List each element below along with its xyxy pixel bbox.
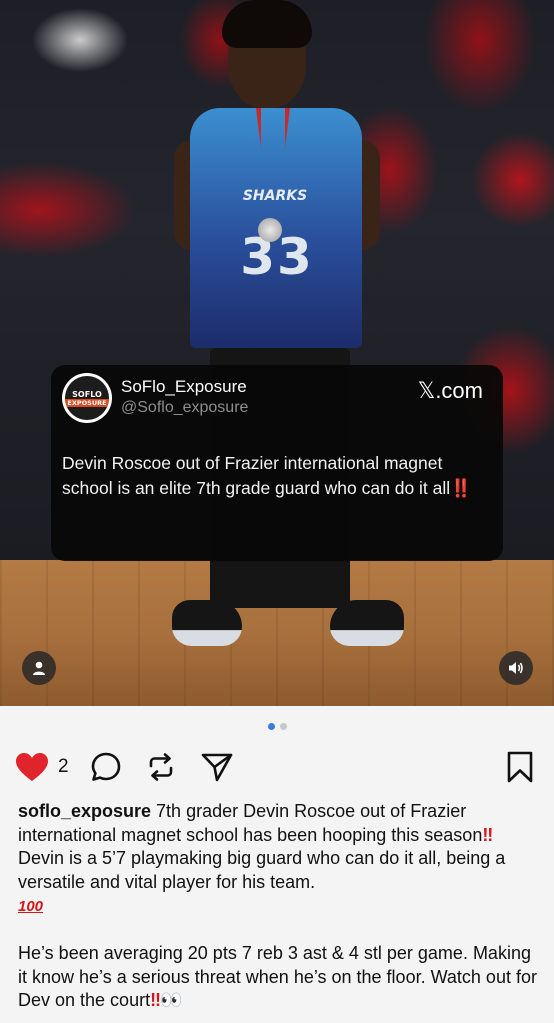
comment-button[interactable] <box>88 748 124 786</box>
repost-icon <box>149 753 173 781</box>
double-exclamation-emoji: ‼ <box>150 990 161 1010</box>
tweet-avatar: SOFLO EXPOSURE <box>62 373 112 423</box>
double-exclamation-emoji: ‼️ <box>450 478 472 498</box>
player-right-shoe <box>330 600 404 646</box>
x-brand-label: 𝕏.com <box>417 378 483 403</box>
post-caption: soflo_exposure 7th grader Devin Roscoe o… <box>18 800 538 1013</box>
tweet-handle: @Soflo_exposure <box>121 399 249 416</box>
player-left-shoe <box>172 600 242 646</box>
tweet-text: Devin Roscoe out of Frazier internationa… <box>62 451 492 501</box>
caption-text-part-2: Devin is a 5’7 playmaking big guard who … <box>18 848 506 892</box>
caption-text-part-3: He’s been averaging 20 pts 7 reb 3 ast &… <box>18 943 537 1010</box>
bookmark-icon <box>507 751 533 783</box>
like-count[interactable]: 2 <box>58 756 69 778</box>
caption-paragraph-2: He’s been averaging 20 pts 7 reb 3 ast &… <box>18 942 538 1013</box>
avatar-logo-line1: SOFLO <box>72 389 102 399</box>
tweet-display-name: SoFlo_Exposure <box>121 377 247 396</box>
repost-button[interactable] <box>143 748 179 786</box>
double-exclamation-emoji: ‼ <box>482 824 493 845</box>
caption-paragraph-1: soflo_exposure 7th grader Devin Roscoe o… <box>18 800 538 919</box>
carousel-indicator <box>0 723 554 730</box>
like-button[interactable] <box>14 748 50 786</box>
tweet-text-content: Devin Roscoe out of Frazier internationa… <box>62 453 451 498</box>
medal <box>258 218 282 242</box>
avatar-logo-line2: EXPOSURE <box>65 398 109 407</box>
heart-icon <box>16 753 48 781</box>
hundred-points-emoji: 100 <box>18 898 44 915</box>
carousel-dot <box>279 723 287 730</box>
post-media[interactable]: SHARKS 33 SOFLO EXPOSURE SoFlo_Exposure … <box>0 0 554 706</box>
paper-plane-icon <box>201 753 233 782</box>
eyes-emoji: 👀 <box>159 990 183 1010</box>
save-button[interactable] <box>502 748 538 786</box>
user-tag-button[interactable] <box>22 651 56 685</box>
action-bar: 2 <box>0 748 554 788</box>
person-icon <box>33 661 45 675</box>
carousel-dot-active <box>267 723 275 730</box>
comment-icon <box>91 752 121 781</box>
tweet-card: SOFLO EXPOSURE SoFlo_Exposure @Soflo_exp… <box>51 365 503 561</box>
share-button[interactable] <box>199 748 235 786</box>
player-hair <box>222 0 312 48</box>
mute-toggle-button[interactable] <box>499 651 533 685</box>
caption-username[interactable]: soflo_exposure <box>18 801 151 821</box>
speaker-icon <box>509 662 523 674</box>
